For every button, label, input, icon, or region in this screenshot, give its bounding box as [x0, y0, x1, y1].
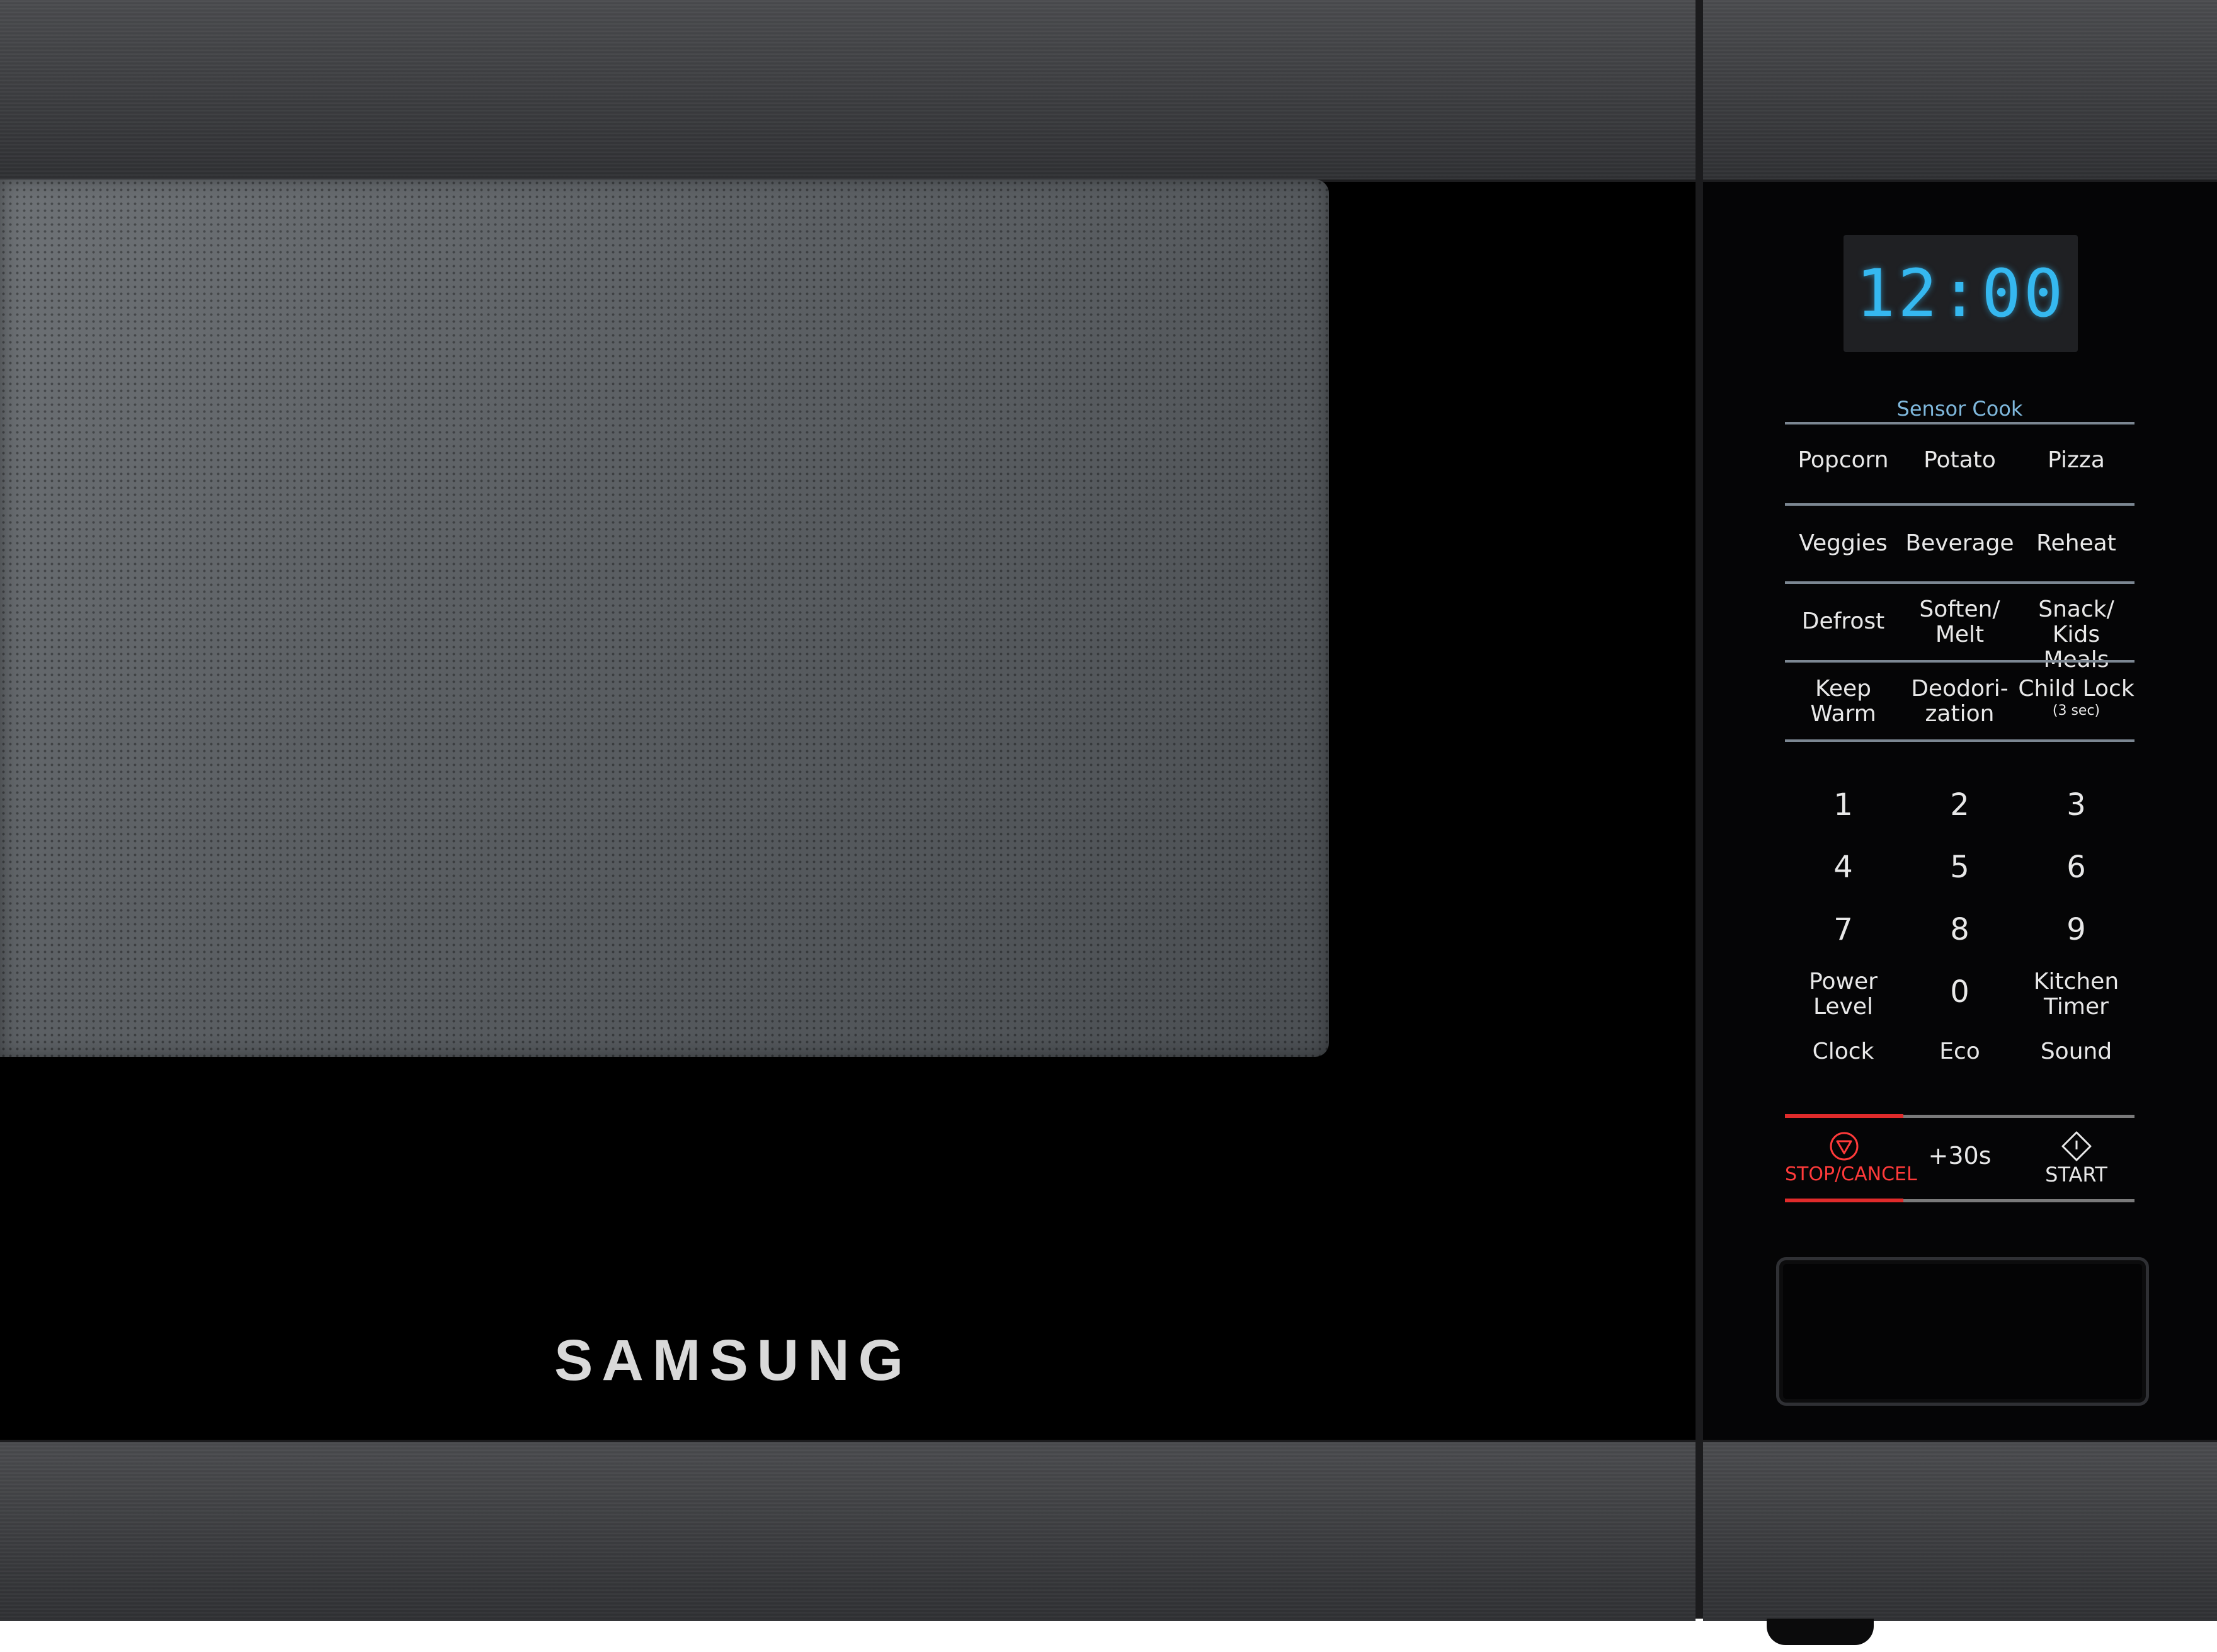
divider: [1785, 660, 2134, 663]
start-label: START: [2045, 1163, 2107, 1187]
divider: [1785, 739, 2134, 742]
door-release-button[interactable]: [1776, 1257, 2149, 1406]
digit-2-button[interactable]: 2: [1901, 786, 2018, 824]
kitchen-timer-button[interactable]: Kitchen Timer: [2018, 969, 2134, 1020]
divider: [1903, 1115, 2134, 1118]
stop-cancel-label: STOP/CANCEL: [1785, 1163, 1917, 1185]
top-trim-right: [1703, 0, 2217, 182]
potato-button[interactable]: Potato: [1901, 448, 2018, 473]
pizza-button[interactable]: Pizza: [2018, 448, 2134, 473]
trim-seam: [1696, 0, 1703, 1619]
beverage-button[interactable]: Beverage: [1901, 531, 2018, 556]
reheat-button[interactable]: Reheat: [2018, 531, 2134, 556]
child-lock-note: (3 sec): [2052, 703, 2100, 719]
digit-1-button[interactable]: 1: [1785, 786, 1901, 824]
defrost-button[interactable]: Defrost: [1785, 609, 1901, 634]
sensor-cook-label: Sensor Cook: [1896, 397, 2023, 421]
bottom-trim: [0, 1440, 1696, 1621]
stop-bar-bottom: [1785, 1199, 1903, 1202]
digit-3-button[interactable]: 3: [2018, 786, 2134, 824]
stop-icon: [1785, 1131, 1903, 1162]
digit-5-button[interactable]: 5: [1901, 848, 2018, 886]
eco-button[interactable]: Eco: [1901, 1039, 2018, 1064]
keep-warm-button[interactable]: Keep Warm: [1785, 676, 1901, 727]
digit-7-button[interactable]: 7: [1785, 911, 1901, 948]
divider: [1785, 581, 2134, 584]
bottom-trim-right: [1703, 1440, 2217, 1621]
digit-9-button[interactable]: 9: [2018, 911, 2134, 948]
sound-button[interactable]: Sound: [2018, 1039, 2134, 1064]
stop-cancel-button[interactable]: STOP/CANCEL: [1785, 1131, 1917, 1190]
stop-bar-top: [1785, 1114, 1903, 1118]
brand-logo: SAMSUNG: [554, 1328, 913, 1393]
digit-0-button[interactable]: 0: [1901, 973, 2018, 1011]
microwave: SAMSUNG 12:00 Sensor Cook Popcorn Potato…: [0, 0, 2217, 1621]
top-trim: [0, 0, 1696, 182]
digit-8-button[interactable]: 8: [1901, 911, 2018, 948]
soften-melt-button[interactable]: Soften/ Melt: [1901, 597, 2018, 647]
divider: [1785, 503, 2134, 506]
child-lock-label: Child Lock: [2018, 676, 2134, 702]
power-level-button[interactable]: Power Level: [1785, 969, 1901, 1020]
digit-4-button[interactable]: 4: [1785, 848, 1901, 886]
divider: [1903, 1199, 2134, 1202]
popcorn-button[interactable]: Popcorn: [1785, 448, 1901, 473]
start-button[interactable]: START: [2018, 1131, 2134, 1190]
clock-button[interactable]: Clock: [1785, 1039, 1901, 1064]
plus-30s-button[interactable]: +30s: [1901, 1143, 2018, 1168]
foot: [1767, 1619, 1874, 1645]
start-icon: [2018, 1131, 2134, 1162]
time-display: 12:00: [1844, 235, 2078, 352]
digit-6-button[interactable]: 6: [2018, 848, 2134, 886]
deodorization-button[interactable]: Deodori- zation: [1901, 676, 2018, 727]
veggies-button[interactable]: Veggies: [1785, 531, 1901, 556]
viewing-window: [0, 179, 1329, 1057]
child-lock-button[interactable]: Child Lock (3 sec): [2018, 676, 2134, 721]
divider: [1785, 422, 2134, 424]
